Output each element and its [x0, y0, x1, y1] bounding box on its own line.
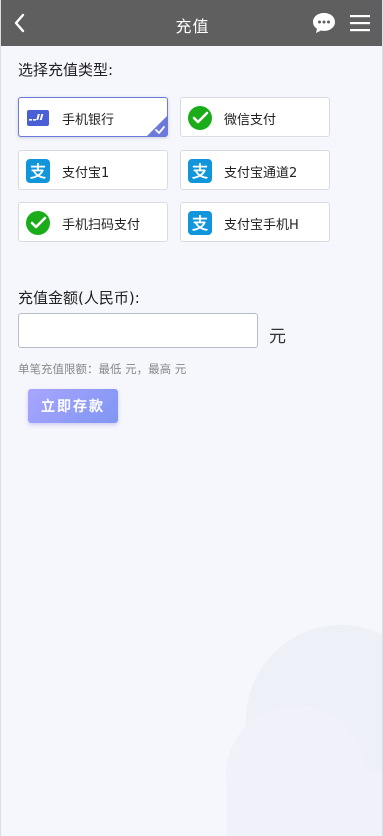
payment-option-alipay-mobile[interactable]: 支 支付宝手机H [180, 202, 330, 242]
wechat-pay-icon [188, 106, 212, 130]
payment-option-wechat[interactable]: 微信支付 [180, 97, 330, 137]
selected-check-icon [147, 116, 167, 136]
payment-option-label: 支付宝1 [62, 166, 110, 181]
payment-option-alipay-1[interactable]: 支 支付宝1 [18, 150, 168, 190]
hamburger-menu-icon[interactable] [348, 12, 372, 34]
payment-option-label: 手机银行 [62, 113, 115, 128]
wechat-pay-icon [26, 211, 50, 235]
svg-text:支: 支 [191, 214, 209, 233]
page: 充值 选择充值类型: 手机银行 微信支付 支 支付宝1 支 支付宝通道2 手机扫… [0, 0, 383, 836]
currency-unit: 元 [269, 327, 286, 347]
deposit-now-button[interactable]: 立即存款 [28, 389, 118, 423]
alipay-icon: 支 [188, 159, 212, 183]
payment-type-label: 选择充值类型: [18, 61, 114, 79]
chat-bubble-icon[interactable] [311, 11, 337, 35]
deposit-limit-text: 单笔充值限额：最低 元，最高 元 [18, 362, 187, 376]
payment-option-label: 手机扫码支付 [62, 218, 141, 233]
alipay-icon: 支 [26, 159, 50, 183]
top-nav-bar: 充值 [1, 0, 382, 46]
payment-option-label: 支付宝通道2 [224, 166, 298, 181]
payment-type-grid: 手机银行 微信支付 支 支付宝1 支 支付宝通道2 手机扫码支付 支 支付宝手机… [18, 97, 332, 243]
svg-text:支: 支 [191, 162, 209, 181]
amount-input[interactable] [18, 313, 258, 348]
bank-card-icon [27, 110, 49, 126]
alipay-icon: 支 [188, 211, 212, 235]
svg-text:支: 支 [29, 162, 47, 181]
amount-label: 充值金额(人民币): [18, 289, 140, 307]
payment-option-label: 支付宝手机H [224, 218, 299, 233]
payment-option-mobile-scan[interactable]: 手机扫码支付 [18, 202, 168, 242]
payment-option-label: 微信支付 [224, 113, 277, 128]
background-decoration [226, 625, 382, 836]
payment-option-alipay-2[interactable]: 支 支付宝通道2 [180, 150, 330, 190]
payment-option-mobile-bank[interactable]: 手机银行 [18, 97, 168, 137]
